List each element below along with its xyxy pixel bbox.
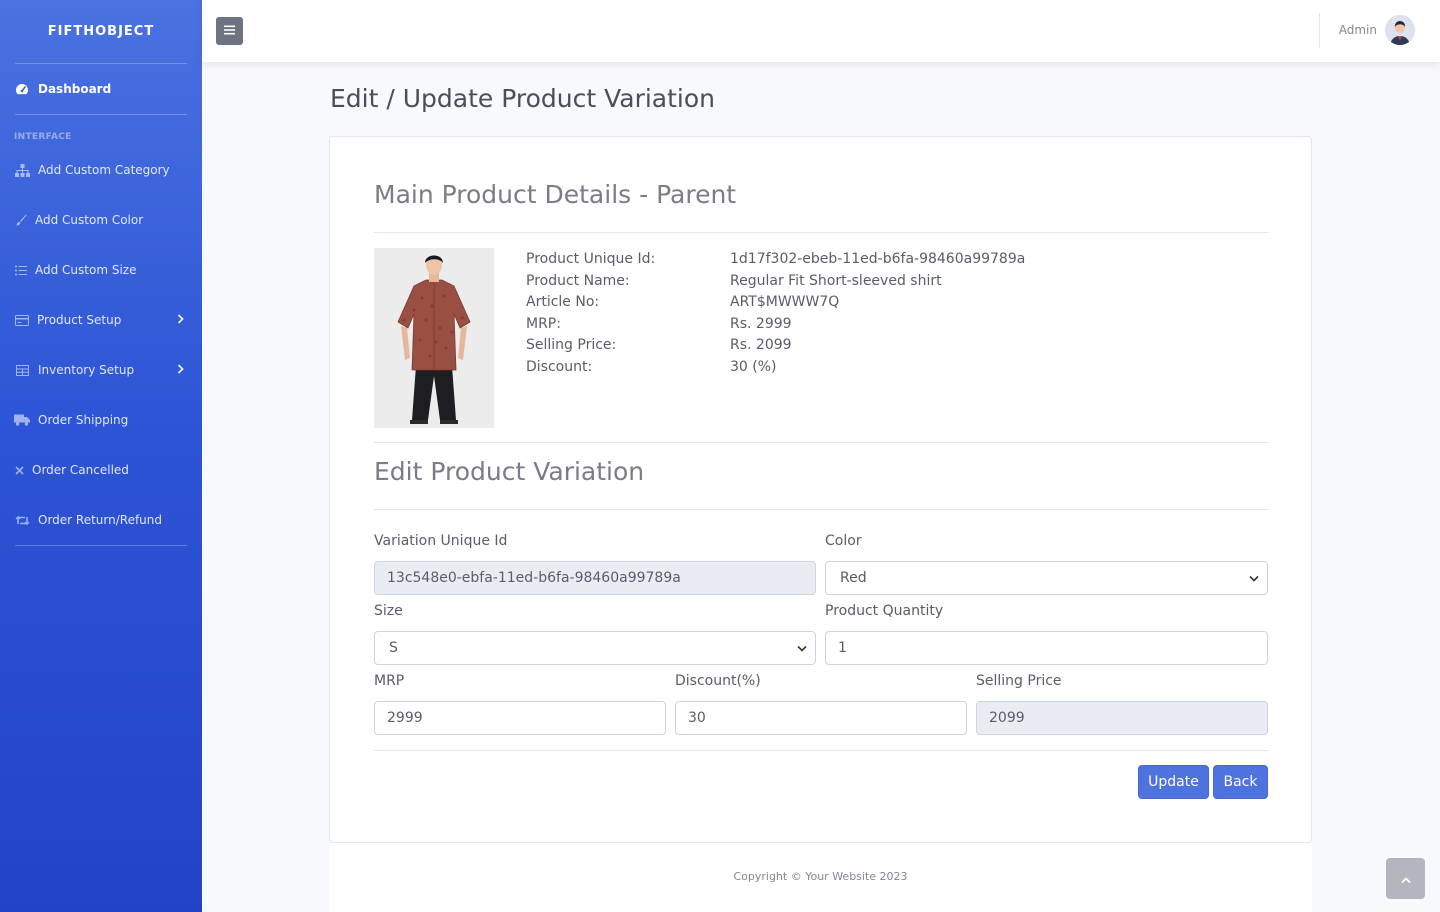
topbar: Admin — [202, 0, 1440, 62]
color-label: Color — [825, 533, 862, 549]
sidebar-item-label: Order Shipping — [38, 413, 129, 427]
sidebar-divider — [15, 545, 187, 546]
truck-icon — [14, 413, 30, 427]
detail-row: Product Unique Id: 1d17f302-ebeb-11ed-b6f… — [526, 249, 1025, 271]
variation-id-field[interactable]: 13c548e0-ebfa-11ed-b6fa-98460a99789a — [374, 561, 816, 595]
detail-value: Regular Fit Short-sleeved shirt — [730, 272, 942, 289]
sidebar-item-add-custom-size[interactable]: Add Custom Size — [0, 245, 202, 295]
user-dropdown[interactable]: Admin — [1339, 15, 1415, 45]
selling-price-label: Selling Price — [976, 673, 1062, 689]
sidebar-heading: INTERFACE — [14, 132, 72, 142]
section-divider — [374, 750, 1268, 751]
scroll-to-top-button[interactable] — [1386, 858, 1425, 899]
detail-row: Selling Price: Rs. 2099 — [526, 335, 1025, 357]
back-button[interactable]: Back — [1213, 765, 1268, 799]
mrp-field[interactable]: 2999 — [374, 701, 666, 735]
sidebar-item-label: Add Custom Size — [35, 263, 137, 277]
size-select-value: S — [389, 640, 398, 656]
sidebar-item-add-custom-color[interactable]: Add Custom Color — [0, 195, 202, 245]
list-icon — [14, 263, 27, 277]
detail-value: ART$MWWW7Q — [730, 294, 840, 311]
detail-value: Rs. 2099 — [730, 337, 792, 354]
chevron-right-icon — [177, 313, 184, 327]
detail-label: Product Unique Id: — [526, 251, 656, 267]
parent-section-heading: Main Product Details - Parent — [374, 180, 737, 209]
detail-row: Product Name: Regular Fit Short-sleeved s… — [526, 271, 1025, 293]
update-button[interactable]: Update — [1138, 765, 1209, 799]
sidebar-item-add-custom-category[interactable]: Add Custom Category — [0, 145, 202, 195]
sidebar-item-dashboard[interactable]: Dashboard — [0, 64, 202, 114]
discount-field[interactable]: 30 — [675, 701, 967, 735]
detail-label: Article No: — [526, 294, 600, 311]
variation-section-heading: Edit Product Variation — [374, 457, 645, 486]
paint-brush-icon — [14, 213, 27, 227]
chevron-down-icon — [1249, 570, 1259, 586]
mrp-value: 2999 — [387, 710, 423, 726]
detail-value: 1d17f302-ebeb-11ed-b6fa-98460a99789a — [730, 251, 1026, 267]
brand-logo[interactable]: FIFTHOBJECT — [0, 0, 202, 63]
times-icon — [14, 463, 24, 477]
sidebar-item-label: Dashboard — [38, 82, 112, 96]
page-title: Edit / Update Product Variation — [330, 84, 715, 113]
detail-label: Product Name: — [526, 272, 630, 289]
color-select-value: Red — [840, 570, 867, 586]
detail-row: Discount: 30 (%) — [526, 357, 1025, 379]
sidebar-item-label: Add Custom Category — [38, 163, 170, 177]
selling-price-field[interactable]: 2099 — [976, 701, 1268, 735]
quantity-value: 1 — [838, 640, 847, 656]
tachometer-icon — [14, 82, 30, 96]
sidebar-toggle-button[interactable] — [216, 17, 243, 45]
sidebar-item-order-shipping[interactable]: Order Shipping — [0, 395, 202, 445]
hamburger-icon — [224, 23, 235, 39]
sidebar-item-inventory-setup[interactable]: Inventory Setup — [0, 345, 202, 395]
color-select[interactable]: Red — [825, 561, 1268, 595]
detail-row: Article No: ART$MWWW7Q — [526, 292, 1025, 314]
detail-value: 30 (%) — [730, 358, 777, 375]
mrp-label: MRP — [374, 673, 405, 689]
topbar-divider — [1319, 13, 1320, 48]
user-name: Admin — [1338, 23, 1377, 37]
discount-value: 30 — [688, 710, 706, 726]
table-icon — [14, 363, 30, 377]
avatar — [1385, 15, 1415, 45]
variation-id-value: 13c548e0-ebfa-11ed-b6fa-98460a99789a — [387, 570, 681, 586]
detail-value: Rs. 2999 — [730, 315, 792, 332]
sidebar-item-product-setup[interactable]: Product Setup — [0, 295, 202, 345]
sidebar-item-order-return-refund[interactable]: Order Return/Refund — [0, 495, 202, 545]
section-divider — [374, 442, 1268, 443]
detail-label: Selling Price: — [526, 337, 617, 354]
detail-label: MRP: — [526, 315, 561, 332]
sidebar-item-label: Order Cancelled — [32, 463, 129, 477]
detail-label: Discount: — [526, 358, 593, 375]
product-image — [374, 248, 494, 428]
sidebar-item-label: Order Return/Refund — [38, 513, 163, 527]
section-divider — [374, 509, 1268, 510]
retweet-icon — [14, 513, 30, 527]
size-select[interactable]: S — [374, 631, 816, 665]
sidebar: FIFTHOBJECT Dashboard INTERFACE Add Cust… — [0, 0, 202, 912]
footer: Copyright © Your Website 2023 — [329, 843, 1312, 912]
chevron-right-icon — [177, 363, 184, 377]
discount-label: Discount(%) — [675, 673, 761, 689]
sidebar-item-order-cancelled[interactable]: Order Cancelled — [0, 445, 202, 495]
edit-variation-card: Main Product Details - Parent Product Un… — [329, 136, 1312, 843]
size-label: Size — [374, 603, 403, 619]
chevron-down-icon — [797, 640, 807, 656]
copyright-text: Copyright © Your Website 2023 — [733, 870, 908, 883]
parent-details: Product Unique Id: 1d17f302-ebeb-11ed-b6f… — [526, 249, 1025, 379]
selling-price-value: 2099 — [989, 710, 1025, 726]
sidebar-item-label: Add Custom Color — [35, 213, 144, 227]
sidebar-item-label: Inventory Setup — [38, 363, 135, 377]
card-icon — [14, 313, 29, 327]
sitemap-icon — [14, 163, 30, 177]
sidebar-item-label: Product Setup — [37, 313, 122, 327]
chevron-up-icon — [1400, 869, 1411, 888]
variation-id-label: Variation Unique Id — [374, 533, 508, 549]
detail-row: MRP: Rs. 2999 — [526, 314, 1025, 336]
quantity-field[interactable]: 1 — [825, 631, 1268, 665]
quantity-label: Product Quantity — [825, 603, 944, 619]
section-divider — [374, 232, 1268, 233]
